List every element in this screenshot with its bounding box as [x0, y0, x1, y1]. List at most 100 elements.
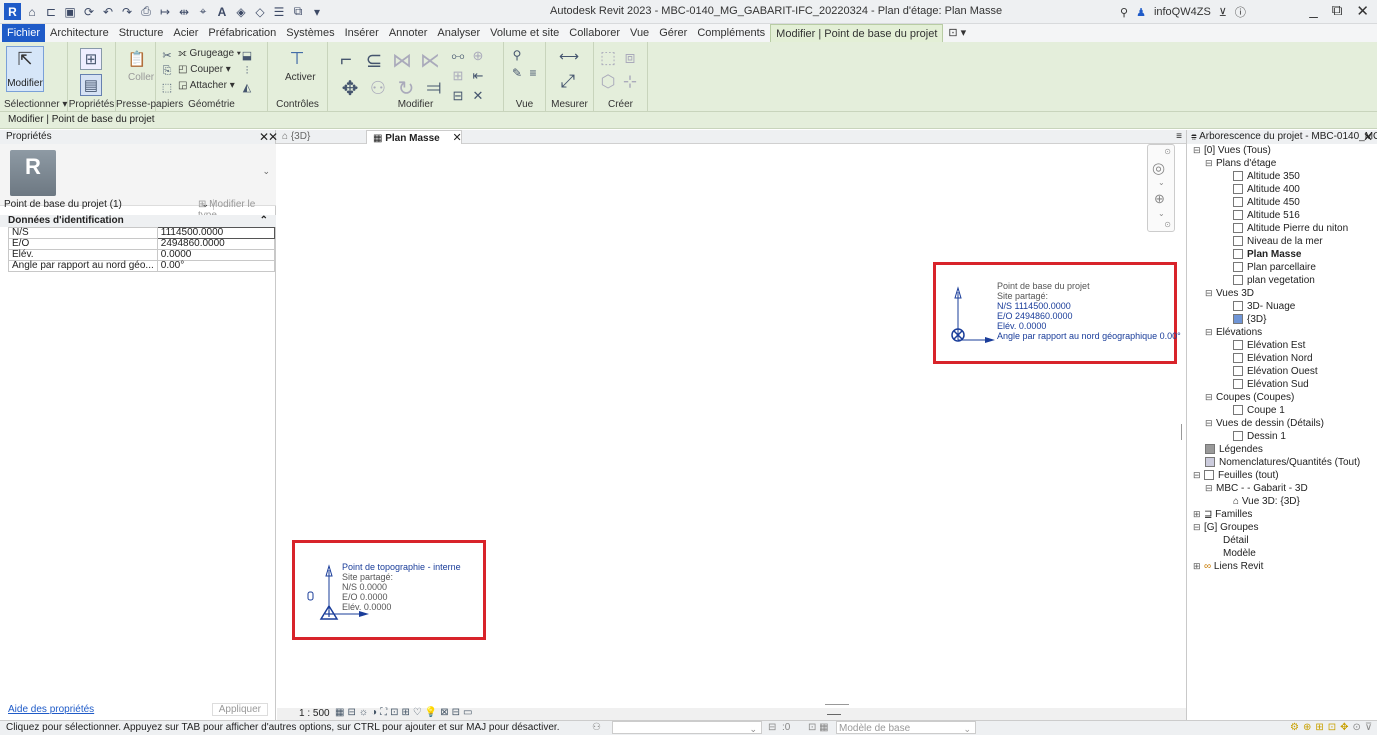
- prop-value-angle[interactable]: 0.00°: [156, 260, 276, 272]
- save-icon[interactable]: ▣: [62, 4, 78, 20]
- minimize-icon[interactable]: _: [1309, 2, 1317, 20]
- measure-between-icon[interactable]: ⟷: [554, 48, 584, 64]
- paste-button[interactable]: Coller: [128, 72, 154, 83]
- project-base-point-label[interactable]: Point de base du projet Site partagé: N/…: [997, 281, 1181, 341]
- expand-icon[interactable]: ⊞: [1193, 508, 1201, 521]
- collapse-icon[interactable]: ⊟: [1205, 391, 1213, 404]
- tab-plan-masse[interactable]: ▦ Plan Masse ✕: [366, 130, 462, 144]
- sync-icon[interactable]: ⟳: [81, 4, 97, 20]
- tree-node-liens-revit[interactable]: ⊞ ∞ Liens Revit: [1193, 560, 1263, 573]
- sp-eo[interactable]: E/O 0.0000: [342, 592, 461, 602]
- tree-node-legendes[interactable]: Légendes: [1205, 443, 1263, 456]
- close-icon[interactable]: ✕: [453, 132, 462, 144]
- tree-node-3d-nuage[interactable]: 3D- Nuage: [1233, 300, 1295, 313]
- paint-icon[interactable]: ◭: [240, 80, 254, 94]
- mirror-draw-icon[interactable]: ⋉: [418, 48, 442, 72]
- tree-node-plan-masse[interactable]: Plan Masse: [1233, 248, 1301, 261]
- collapse-icon[interactable]: ⌃: [260, 215, 268, 227]
- close-icon[interactable]: ✕: [268, 130, 278, 144]
- tab-acier[interactable]: Acier: [168, 24, 203, 42]
- collapse-icon[interactable]: ⊟: [1205, 482, 1213, 495]
- prop-value-elev[interactable]: 0.0000: [156, 249, 276, 261]
- tree-node-plan-vegetation[interactable]: plan vegetation: [1233, 274, 1315, 287]
- survey-point-label[interactable]: Point de topographie - interne Site part…: [342, 562, 461, 612]
- tree-node-vues-de-dessin[interactable]: ⊟ Vues de dessin (Détails): [1205, 417, 1324, 430]
- tree-node-elevation-sud[interactable]: Elévation Sud: [1233, 378, 1309, 391]
- nav-bar-options-icon[interactable]: ⊙: [1164, 220, 1171, 229]
- analytical-model-icon[interactable]: ⊟: [452, 707, 463, 718]
- unpin-icon[interactable]: ⇤: [470, 68, 486, 84]
- cope-button[interactable]: ⟗ Grugeage ▾: [178, 48, 241, 59]
- ribbon-toggle-icon[interactable]: ⊡ ▾: [943, 24, 971, 42]
- customize-toolbar-icon[interactable]: ▾: [309, 4, 325, 20]
- chevron-down-icon[interactable]: ⌄: [1158, 178, 1165, 187]
- properties-icon[interactable]: ▤: [80, 74, 102, 96]
- tree-node-modele[interactable]: Modèle: [1223, 547, 1256, 560]
- pin-icon[interactable]: ⊕: [470, 48, 486, 64]
- design-options-icon[interactable]: ⊡ ▦: [808, 721, 829, 735]
- tree-node-familles[interactable]: ⊞ ⊒ Familles: [1193, 508, 1252, 521]
- create-group-icon[interactable]: ⬡: [598, 72, 618, 92]
- create-similar-icon[interactable]: ⊹: [620, 72, 640, 92]
- tab-annoter[interactable]: Annoter: [384, 24, 433, 42]
- prop-value-ns[interactable]: 1114500.0000: [156, 227, 276, 239]
- select-pinned-icon[interactable]: ⊞: [1315, 722, 1327, 733]
- apply-button[interactable]: Appliquer: [211, 703, 268, 716]
- copy-icon[interactable]: ⎘: [160, 64, 174, 78]
- horizontal-scrollbar[interactable]: [825, 704, 849, 705]
- workset-icon[interactable]: ⚇: [592, 721, 601, 735]
- sp-ns[interactable]: N/S 0.0000: [342, 582, 461, 592]
- home-icon[interactable]: ⌂: [24, 4, 40, 20]
- close-icon[interactable]: ✕: [1363, 130, 1373, 144]
- tree-node-feuilles[interactable]: ⊟ Feuilles (tout): [1193, 469, 1279, 482]
- binoculars-icon[interactable]: ⚲: [1120, 6, 1128, 19]
- visual-style-icon[interactable]: ⊟: [347, 707, 358, 718]
- prop-value-eo[interactable]: 2494860.0000: [156, 238, 276, 250]
- tree-node-plans-etage[interactable]: ⊟ Plans d'étage: [1205, 157, 1276, 170]
- section-icon[interactable]: ◇: [252, 4, 268, 20]
- measure-icon[interactable]: ↦: [157, 4, 173, 20]
- tab-collaborer[interactable]: Collaborer: [564, 24, 625, 42]
- tree-node-elevation-est[interactable]: Elévation Est: [1233, 339, 1305, 352]
- collapse-icon[interactable]: ⊟: [1205, 326, 1213, 339]
- background-process-icon[interactable]: ⊙: [1353, 722, 1365, 733]
- collapse-icon[interactable]: ⊟: [1205, 417, 1213, 430]
- clipboard-icon[interactable]: 📋: [126, 48, 148, 70]
- tree-node-elevations[interactable]: ⊟ Elévations: [1205, 326, 1262, 339]
- split-icon[interactable]: ⧟: [450, 48, 466, 64]
- mirror-axis-icon[interactable]: ⋈: [390, 48, 414, 72]
- tab-menu-icon[interactable]: ≡: [1176, 130, 1182, 144]
- tab-systemes[interactable]: Systèmes: [281, 24, 339, 42]
- offset-icon[interactable]: ⊆: [362, 48, 386, 72]
- tab-modifier-point-de-base[interactable]: Modifier | Point de base du projet: [770, 24, 944, 42]
- pbp-angle[interactable]: Angle par rapport au nord géographique 0…: [997, 331, 1181, 341]
- tab-architecture[interactable]: Architecture: [45, 24, 114, 42]
- shadows-icon[interactable]: ◑: [371, 707, 380, 718]
- tree-node-elevation-ouest[interactable]: Elévation Ouest: [1233, 365, 1318, 378]
- properties-help-link[interactable]: Aide des propriétés: [8, 704, 94, 715]
- temporary-hide-icon[interactable]: ♡: [413, 707, 425, 718]
- line-work-icon[interactable]: ✎: [510, 66, 524, 80]
- type-properties-icon[interactable]: ⊞: [80, 48, 102, 70]
- dimension-icon[interactable]: ⇹: [176, 4, 192, 20]
- split-face-icon[interactable]: ⬓: [240, 48, 254, 62]
- tree-node-vues-tous[interactable]: ⊟ [0] Vues (Tous): [1193, 144, 1271, 157]
- join-button[interactable]: ◲ Attacher ▾: [178, 80, 235, 91]
- tree-node-altitude-450[interactable]: Altitude 450: [1233, 196, 1300, 209]
- redo-icon[interactable]: ↷: [119, 4, 135, 20]
- tab-fichier[interactable]: Fichier: [2, 24, 46, 42]
- tree-node-detail[interactable]: Détail: [1223, 534, 1249, 547]
- tab-inserer[interactable]: Insérer: [340, 24, 384, 42]
- tree-node-altitude-516[interactable]: Altitude 516: [1233, 209, 1300, 222]
- tree-node-mbc-gabarit[interactable]: ⊟ MBC - - Gabarit - 3D: [1205, 482, 1308, 495]
- view-scale[interactable]: 1 : 500: [299, 708, 330, 719]
- override-graphics-icon[interactable]: ⚲: [510, 48, 524, 62]
- undo-icon[interactable]: ↶: [100, 4, 116, 20]
- collapse-icon[interactable]: ⊟: [1193, 469, 1201, 482]
- selection-filter[interactable]: Point de base du projet (1) ⌄: [4, 199, 214, 210]
- pbp-elev[interactable]: Elév. 0.0000: [997, 321, 1181, 331]
- hide-icon[interactable]: ≡: [526, 66, 540, 80]
- tree-node-vues-3d[interactable]: ⊟ Vues 3D: [1205, 287, 1254, 300]
- tree-node-coupe-1[interactable]: Coupe 1: [1233, 404, 1285, 417]
- create-assembly-icon[interactable]: ⬚: [598, 48, 618, 68]
